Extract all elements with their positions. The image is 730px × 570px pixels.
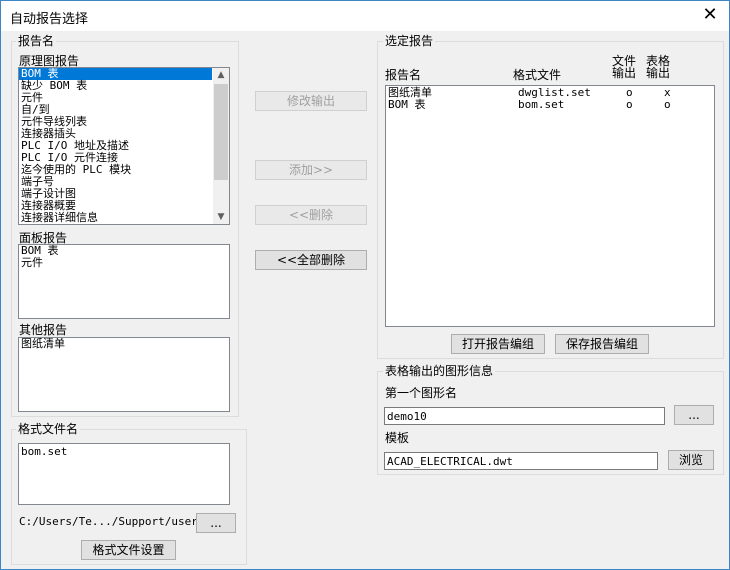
format-file-path: C:/Users/Te.../Support/user/ bbox=[19, 515, 205, 528]
dialog-title: 自动报告选择 bbox=[10, 12, 89, 27]
cell-format: bom.set bbox=[518, 98, 565, 111]
first-drawing-input[interactable]: demo10 bbox=[384, 407, 665, 425]
first-drawing-label: 第一个图形名 bbox=[385, 386, 458, 400]
cell-table-output: o bbox=[664, 98, 671, 111]
report-name-group-label: 报告名 bbox=[16, 34, 57, 48]
panel-reports-label: 面板报告 bbox=[19, 231, 68, 245]
add-button[interactable]: 添加>> bbox=[255, 160, 367, 180]
list-item[interactable]: bom.set bbox=[19, 446, 229, 458]
other-reports-list[interactable]: 图纸清单 bbox=[18, 337, 230, 412]
scroll-down-icon[interactable]: ▼ bbox=[213, 210, 229, 224]
remove-all-button[interactable]: <<全部删除 bbox=[255, 250, 367, 270]
format-file-group-label: 格式文件名 bbox=[16, 422, 81, 436]
list-item[interactable]: 缺少 BOM 表 bbox=[19, 80, 212, 92]
save-report-group-button[interactable]: 保存报告编组 bbox=[555, 334, 649, 354]
panel-reports-list[interactable]: BOM 表 元件 bbox=[18, 244, 230, 319]
other-reports-label: 其他报告 bbox=[19, 323, 68, 337]
modify-output-button[interactable]: 修改输出 bbox=[255, 91, 367, 111]
open-report-group-button[interactable]: 打开报告编组 bbox=[451, 334, 545, 354]
format-file-browse-button[interactable]: ... bbox=[196, 513, 236, 533]
format-file-settings-button[interactable]: 格式文件设置 bbox=[81, 540, 176, 560]
col-report-name: 报告名 bbox=[385, 68, 422, 82]
schematic-reports-scrollbar[interactable]: ▲ ▼ bbox=[213, 68, 229, 224]
table-row[interactable]: BOM 表 bom.set o o bbox=[386, 99, 714, 111]
list-item[interactable]: BOM 表 bbox=[19, 245, 229, 257]
schematic-reports-label: 原理图报告 bbox=[19, 54, 80, 68]
schematic-reports-list[interactable]: BOM 表缺少 BOM 表元件 自/到 元件导线列表 连接器插头 PLC I/O 地址及… bbox=[18, 67, 230, 225]
template-browse-button[interactable]: 浏览 bbox=[668, 450, 714, 470]
close-icon[interactable]: ✕ bbox=[699, 4, 721, 26]
scroll-up-icon[interactable]: ▲ bbox=[213, 68, 229, 82]
list-item[interactable]: 元件 bbox=[19, 257, 229, 269]
table-output-info-label: 表格输出的图形信息 bbox=[383, 364, 496, 378]
template-input[interactable]: ACAD_ELECTRICAL.dwt bbox=[384, 452, 658, 470]
scroll-thumb[interactable] bbox=[214, 84, 228, 180]
col-table-output: 表格 输出 bbox=[646, 54, 671, 80]
col-file-output: 文件 输出 bbox=[612, 54, 637, 80]
col-format-file: 格式文件 bbox=[513, 68, 562, 82]
first-drawing-browse-button[interactable]: ... bbox=[674, 405, 714, 425]
selected-reports-group-label: 选定报告 bbox=[383, 34, 436, 48]
remove-button[interactable]: <<删除 bbox=[255, 205, 367, 225]
auto-report-dialog: 自动报告选择 ✕ 报告名 原理图报告 BOM 表缺少 BOM 表元件 自/到 元件导… bbox=[0, 0, 730, 570]
cell-file-output: o bbox=[626, 98, 633, 111]
selected-reports-list[interactable]: 图纸清单 dwglist.set o x BOM 表 bom.set o o bbox=[385, 85, 715, 327]
list-item[interactable]: 连接器详细信息 bbox=[19, 212, 212, 224]
list-item[interactable]: 图纸清单 bbox=[19, 338, 229, 350]
format-file-list[interactable]: bom.set bbox=[18, 443, 230, 505]
template-label: 模板 bbox=[385, 431, 410, 445]
cell-name: BOM 表 bbox=[388, 98, 426, 111]
title-bar: 自动报告选择 ✕ bbox=[1, 1, 729, 31]
